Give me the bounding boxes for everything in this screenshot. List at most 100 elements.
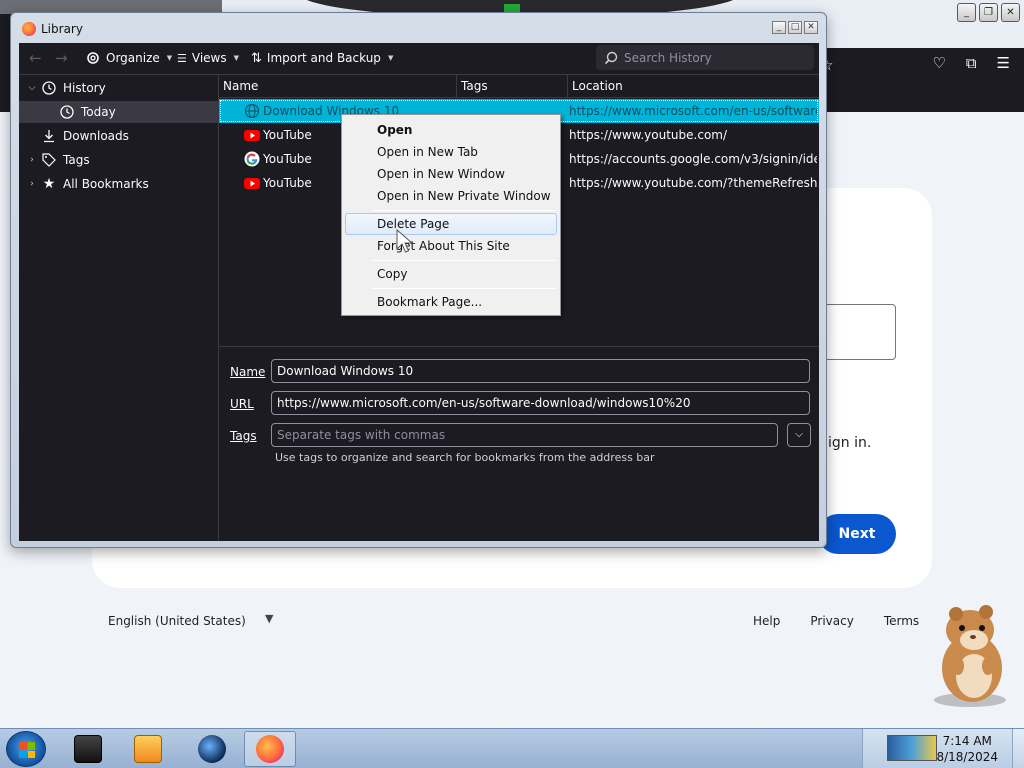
import-backup-button[interactable]: ⇅ Import and Backup ▼	[251, 48, 393, 68]
menu-item-open-private-window[interactable]: Open in New Private Window	[345, 185, 557, 207]
library-window-controls: _ □ ✕	[772, 21, 818, 34]
name-field[interactable]: Download Windows 10	[271, 359, 810, 383]
menu-item-forget-site[interactable]: Forget About This Site	[345, 235, 557, 257]
views-button[interactable]: ☰ Views ▼	[177, 48, 239, 68]
sidebar-item-downloads[interactable]: Downloads	[19, 125, 218, 147]
download-icon	[41, 128, 57, 144]
tags-dropdown-button[interactable]: ⌵	[787, 423, 811, 447]
chevron-down-icon: ⌵	[795, 429, 803, 440]
gear-icon	[87, 52, 99, 64]
start-button[interactable]	[6, 731, 46, 767]
minimize-icon[interactable]: _	[957, 3, 976, 22]
minimize-icon[interactable]: _	[772, 21, 786, 34]
row-location: https://www.youtube.com/	[569, 128, 728, 142]
pocket-icon[interactable]: ♡	[932, 54, 945, 72]
expander-open-icon[interactable]: ⌵	[25, 83, 39, 93]
search-history-input[interactable]: Search History	[596, 45, 814, 70]
firefox-icon	[22, 22, 36, 36]
menu-separator	[372, 288, 556, 289]
organize-button[interactable]: Organize ▼	[85, 48, 172, 68]
footer-links: Help Privacy Terms	[753, 614, 949, 628]
tag-icon	[41, 152, 57, 168]
terminal-icon	[74, 735, 102, 763]
extensions-icon[interactable]: ⧉	[966, 54, 977, 72]
tags-label-text: Tags	[230, 429, 257, 443]
chevron-down-icon[interactable]: ▼	[265, 612, 273, 625]
privacy-link[interactable]: Privacy	[810, 614, 853, 628]
menu-item-bookmark-page[interactable]: Bookmark Page...	[345, 291, 557, 313]
taskbar-item-terminal[interactable]	[62, 731, 114, 767]
show-desktop-button[interactable]	[1012, 729, 1024, 768]
clock-time: 7:14 AM	[942, 734, 992, 748]
sidebar-item-label: Tags	[63, 153, 90, 167]
tags-field[interactable]: Separate tags with commas	[271, 423, 778, 447]
row-location: https://accounts.google.com/v3/signin/id…	[569, 152, 817, 166]
sidebar-item-tags[interactable]: › Tags	[19, 149, 218, 171]
expander-closed-icon[interactable]: ›	[25, 155, 39, 165]
sidebar-item-history[interactable]: ⌵ History	[19, 77, 218, 99]
column-header-name[interactable]: Name	[219, 75, 457, 97]
tags-hint: Use tags to organize and search for book…	[275, 451, 655, 464]
column-header-location[interactable]: Location	[568, 75, 819, 97]
close-icon[interactable]: ✕	[1001, 3, 1020, 22]
close-icon[interactable]: ✕	[804, 21, 818, 34]
menu-item-open-new-tab[interactable]: Open in New Tab	[345, 141, 557, 163]
forward-arrow-icon[interactable]: →	[55, 49, 68, 67]
organize-label: Organize	[106, 51, 160, 65]
back-arrow-icon[interactable]: ←	[29, 49, 42, 67]
taskbar-item-media-player[interactable]	[122, 731, 174, 767]
row-location: https://www.microsoft.com/en-us/software…	[569, 104, 817, 118]
globe-app-icon	[198, 735, 226, 763]
chevron-down-icon: ▼	[387, 54, 394, 62]
menu-icon[interactable]: ☰	[997, 54, 1010, 72]
sidebar-item-label: History	[63, 81, 106, 95]
sidebar-item-label: All Bookmarks	[63, 177, 149, 191]
clock-date: 8/18/2024	[936, 750, 998, 764]
window-title: Library	[41, 22, 83, 36]
search-placeholder: Search History	[624, 50, 712, 65]
chevron-down-icon: ▼	[233, 54, 239, 62]
clock-icon	[59, 104, 75, 120]
chevron-down-icon: ▼	[166, 54, 173, 62]
row-location: https://www.youtube.com/?themeRefresh=1	[569, 176, 817, 190]
menu-separator	[372, 260, 556, 261]
column-header-divider	[219, 97, 819, 98]
sidebar-item-label: Downloads	[63, 129, 129, 143]
library-toolbar: ← → Organize ▼ ☰ Views ▼ ⇅ Import and Back…	[19, 43, 819, 74]
expander-closed-icon[interactable]: ›	[25, 179, 39, 189]
taskbar-item-firefox[interactable]	[244, 731, 296, 767]
menu-item-copy[interactable]: Copy	[345, 263, 557, 285]
star-icon: ★	[42, 176, 56, 192]
maximize-icon[interactable]: □	[788, 21, 802, 34]
language-selector[interactable]: English (United States)	[108, 614, 246, 628]
search-icon	[604, 51, 618, 64]
menu-item-delete-page[interactable]: Delete Page	[345, 213, 557, 235]
import-export-icon: ⇅	[251, 50, 262, 66]
terms-link[interactable]: Terms	[884, 614, 919, 628]
taskbar-item-globe-app[interactable]	[186, 731, 238, 767]
context-menu: Open Open in New Tab Open in New Window …	[341, 114, 561, 316]
menu-separator	[372, 210, 556, 211]
signin-text: ign in.	[828, 435, 872, 451]
details-pane: Name Download Windows 10 URL https://www…	[219, 346, 819, 541]
tray-app-icon[interactable]	[887, 735, 937, 761]
help-link[interactable]: Help	[753, 614, 780, 628]
sidebar-item-today[interactable]: Today	[19, 101, 218, 123]
windows-logo-icon	[19, 742, 35, 758]
menu-item-open[interactable]: Open	[345, 119, 557, 141]
clock[interactable]: 7:14 AM 8/18/2024	[936, 733, 998, 765]
google-icon	[244, 151, 260, 167]
column-header-tags[interactable]: Tags	[457, 75, 568, 97]
restore-icon[interactable]: ❐	[979, 3, 998, 22]
list-icon: ☰	[177, 51, 187, 65]
name-label-text: Name	[230, 365, 266, 379]
desktop-pet-hamster-icon[interactable]	[924, 604, 1014, 708]
url-label: URL	[230, 397, 254, 411]
youtube-icon	[244, 178, 260, 189]
sidebar-item-all-bookmarks[interactable]: › ★ All Bookmarks	[19, 173, 218, 195]
firefox-icon	[256, 735, 284, 763]
menu-item-open-new-window[interactable]: Open in New Window	[345, 163, 557, 185]
name-label: Name	[230, 365, 265, 379]
url-field[interactable]: https://www.microsoft.com/en-us/software…	[271, 391, 810, 415]
next-button[interactable]: Next	[818, 514, 896, 554]
